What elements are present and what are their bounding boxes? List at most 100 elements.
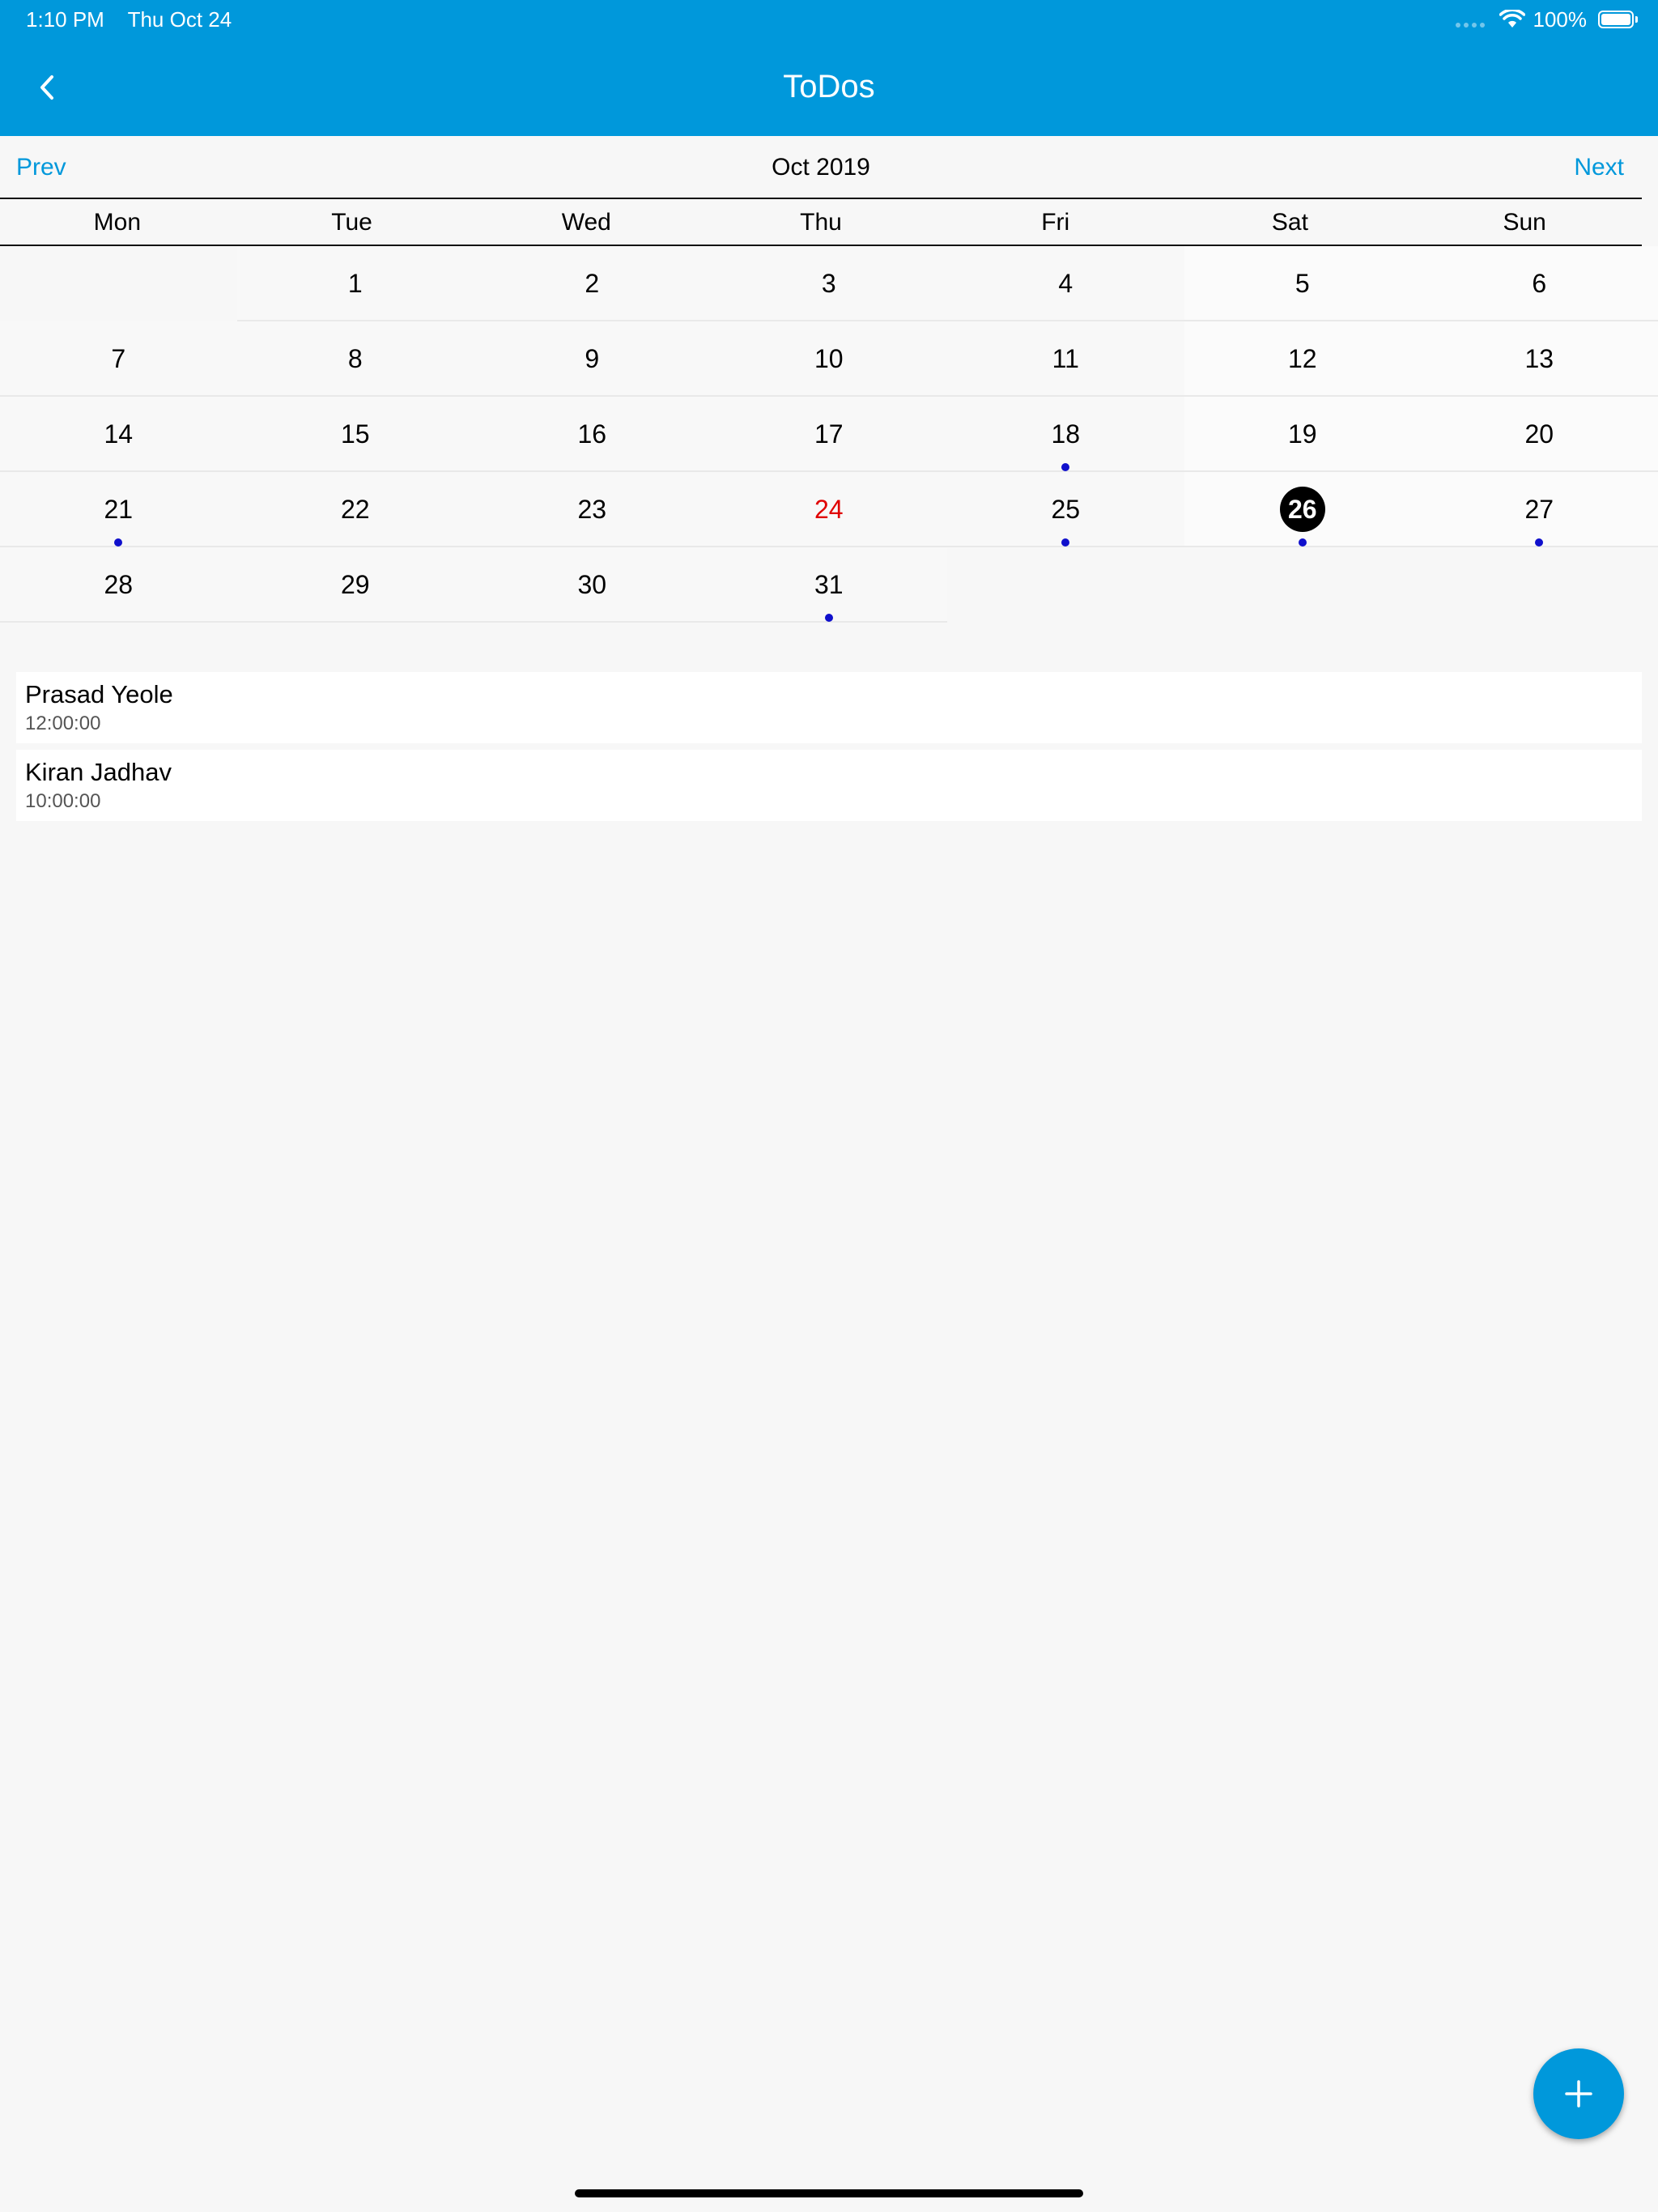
calendar-grid: 1 2 3 4 5 6 7 8 9 10 11 12 13 14 15 16 17 18 19 20 21 22 23 24 2… (0, 246, 1658, 623)
calendar-day-empty (1421, 547, 1658, 623)
calendar-day-empty (947, 547, 1184, 623)
event-dot (1061, 538, 1070, 547)
event-dot (1061, 463, 1070, 471)
event-name: Prasad Yeole (25, 680, 173, 708)
calendar-day-2[interactable]: 2 (474, 246, 711, 321)
calendar-day-5[interactable]: 5 (1184, 246, 1421, 321)
weekday-label: Mon (93, 209, 142, 236)
day-number: 27 (1524, 495, 1554, 524)
calendar-day-1[interactable]: 1 (236, 246, 474, 321)
weekday-label: Wed (561, 209, 611, 236)
calendar-day-18[interactable]: 18 (947, 397, 1184, 472)
calendar-day-11[interactable]: 11 (947, 321, 1184, 397)
day-number: 26 (1279, 487, 1325, 532)
status-bar-right: 100% (1455, 6, 1638, 32)
calendar-day-8[interactable]: 8 (236, 321, 474, 397)
calendar-day-25[interactable]: 25 (947, 472, 1184, 547)
day-number: 15 (340, 419, 370, 449)
home-indicator[interactable] (575, 2189, 1083, 2197)
calendar-day-23[interactable]: 23 (474, 472, 711, 547)
calendar-day-12[interactable]: 12 (1184, 321, 1421, 397)
calendar-day-6[interactable]: 6 (1421, 246, 1658, 321)
calendar-day-16[interactable]: 16 (474, 397, 711, 472)
calendar-day-20[interactable]: 20 (1421, 397, 1658, 472)
weekday-label: Thu (800, 209, 842, 236)
weekday-label: Fri (1041, 209, 1070, 236)
day-number: 4 (1058, 269, 1073, 298)
calendar-day-empty (1184, 547, 1422, 623)
next-month-button[interactable]: Next (1574, 154, 1624, 181)
day-number: 25 (1051, 495, 1081, 524)
calendar-day-24[interactable]: 24 (710, 472, 947, 547)
event-dot (1298, 538, 1307, 547)
weekday-label: Sat (1271, 209, 1308, 236)
calendar-week: 7 8 9 10 11 12 13 (0, 321, 1658, 397)
day-number: 24 (814, 495, 844, 524)
day-number: 17 (814, 419, 844, 449)
weekday-label: Tue (331, 209, 372, 236)
calendar-day-22[interactable]: 22 (236, 472, 474, 547)
calendar-day-31[interactable]: 31 (710, 547, 947, 623)
calendar-day-30[interactable]: 30 (474, 547, 711, 623)
event-time: 12:00:00 (25, 713, 101, 734)
plus-icon (1565, 2080, 1592, 2108)
day-number: 14 (104, 419, 134, 449)
wifi-icon (1499, 10, 1525, 28)
event-list: Prasad Yeole 12:00:00 Kiran Jadhav 10:00… (16, 672, 1642, 827)
app-header: 1:10 PM Thu Oct 24 100% ToDos (0, 0, 1658, 136)
calendar-day-13[interactable]: 13 (1421, 321, 1658, 397)
day-number: 19 (1287, 419, 1317, 449)
battery-percent: 100% (1533, 6, 1588, 32)
event-dot (114, 538, 123, 547)
add-todo-button[interactable] (1533, 2048, 1624, 2139)
weekday-header: Mon Tue Wed Thu Fri Sat Sun (0, 199, 1642, 246)
calendar-day-27[interactable]: 27 (1421, 472, 1658, 547)
calendar-day-9[interactable]: 9 (474, 321, 711, 397)
calendar-day-14[interactable]: 14 (0, 397, 237, 472)
day-number: 11 (1052, 344, 1079, 373)
day-number: 30 (577, 570, 607, 599)
calendar-day-15[interactable]: 15 (236, 397, 474, 472)
day-number: 8 (347, 344, 363, 373)
calendar-day-29[interactable]: 29 (236, 547, 474, 623)
calendar-nav: Prev Oct 2019 Next (0, 136, 1642, 199)
calendar-week: 21 22 23 24 25 26 27 (0, 472, 1658, 547)
day-number: 1 (347, 269, 363, 298)
calendar-day-3[interactable]: 3 (710, 246, 947, 321)
day-number: 20 (1524, 419, 1554, 449)
calendar-day-21[interactable]: 21 (0, 472, 237, 547)
day-number: 6 (1532, 269, 1547, 298)
calendar-day-26[interactable]: 26 (1184, 472, 1421, 547)
status-date: Thu Oct 24 (127, 7, 232, 32)
event-name: Kiran Jadhav (25, 758, 172, 786)
status-time: 1:10 PM (26, 7, 104, 32)
event-item[interactable]: Kiran Jadhav 10:00:00 (16, 750, 1642, 821)
day-number: 22 (340, 495, 370, 524)
calendar-day-4[interactable]: 4 (947, 246, 1184, 321)
calendar-day-7[interactable]: 7 (0, 321, 237, 397)
day-number: 28 (104, 570, 134, 599)
day-number: 13 (1524, 344, 1554, 373)
weekday-label: Sun (1503, 209, 1546, 236)
calendar-week: 14 15 16 17 18 19 20 (0, 397, 1658, 472)
calendar-day-28[interactable]: 28 (0, 547, 237, 623)
day-number: 5 (1295, 269, 1310, 298)
event-item[interactable]: Prasad Yeole 12:00:00 (16, 672, 1642, 743)
calendar-day-10[interactable]: 10 (710, 321, 947, 397)
event-dot (1535, 538, 1544, 547)
signal-icon (1455, 11, 1485, 28)
day-number: 7 (111, 344, 126, 373)
calendar-week: 1 2 3 4 5 6 (0, 246, 1658, 321)
day-number: 9 (585, 344, 600, 373)
day-number: 21 (104, 495, 134, 524)
day-number: 18 (1051, 419, 1081, 449)
day-number: 3 (821, 269, 836, 298)
calendar-day-17[interactable]: 17 (710, 397, 947, 472)
day-number: 23 (577, 495, 607, 524)
day-number: 31 (814, 570, 844, 599)
day-number: 10 (814, 344, 844, 373)
calendar-day-empty (0, 246, 237, 321)
day-number: 29 (340, 570, 370, 599)
day-number: 12 (1287, 344, 1317, 373)
calendar-day-19[interactable]: 19 (1184, 397, 1421, 472)
